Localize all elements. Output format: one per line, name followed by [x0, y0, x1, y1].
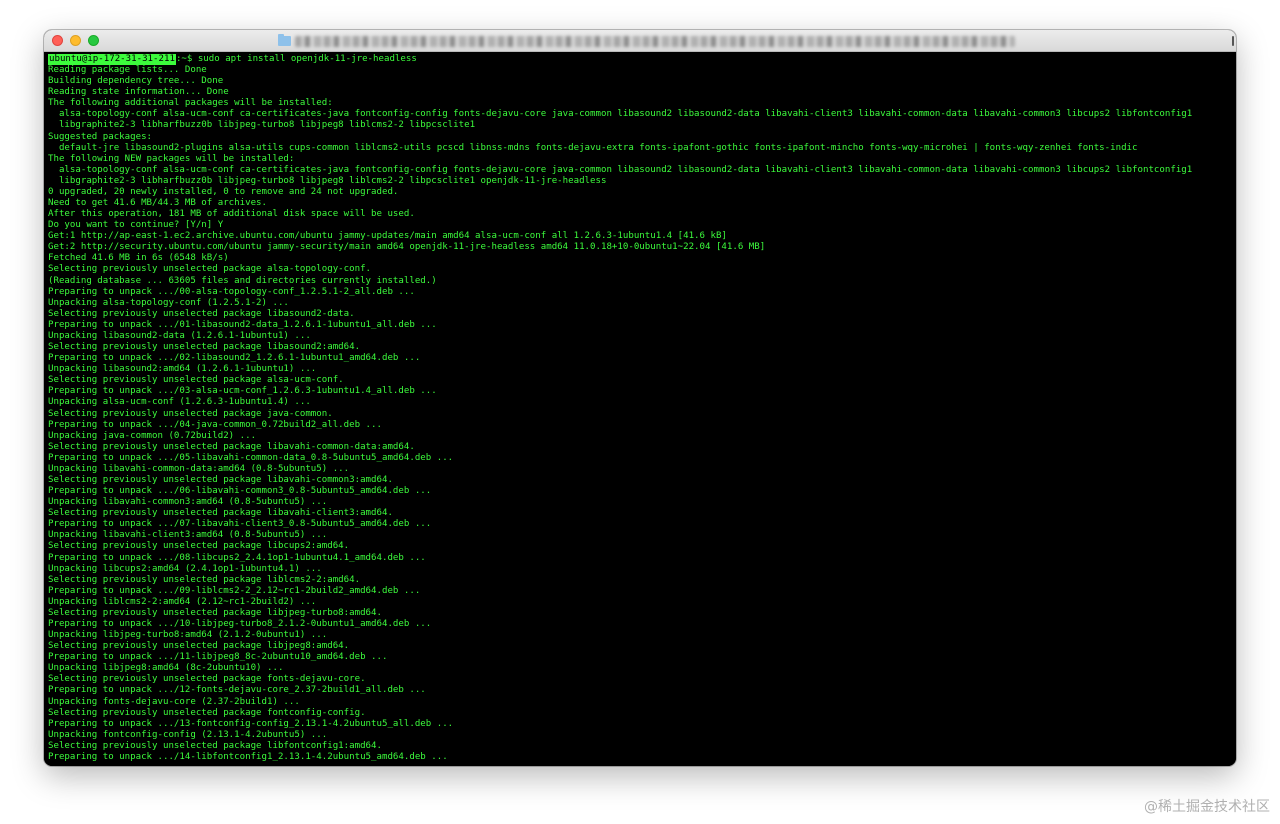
terminal-line: Preparing to unpack .../07-libavahi-clie…: [48, 519, 432, 530]
terminal-line: Preparing to unpack .../00-alsa-topology…: [48, 286, 415, 297]
terminal-line: Do you want to continue? [Y/n] Y: [48, 220, 224, 231]
terminal-line: Selecting previously unselected package …: [48, 308, 355, 319]
terminal-line: Preparing to unpack .../09-liblcms2-2_2.…: [48, 585, 421, 596]
terminal-line: Preparing to unpack .../14-libfontconfig…: [48, 751, 448, 762]
terminal-line: Unpacking libavahi-common3:amd64 (0.8-5u…: [48, 497, 328, 508]
terminal-line: alsa-topology-conf alsa-ucm-conf ca-cert…: [48, 164, 1193, 175]
terminal-line: 0 upgraded, 20 newly installed, 0 to rem…: [48, 186, 399, 197]
terminal-line: Unpacking fontconfig-config (2.13.1-4.2u…: [48, 729, 328, 740]
terminal-line: Selecting previously unselected package …: [48, 740, 382, 751]
terminal-line: Selecting previously unselected package …: [48, 607, 382, 618]
terminal-line: Get:1 http://ap-east-1.ec2.archive.ubunt…: [48, 231, 727, 242]
terminal-line: Preparing to unpack .../12-fonts-dejavu-…: [48, 685, 426, 696]
terminal-line: Selecting previously unselected package …: [48, 264, 372, 275]
terminal-line: Unpacking alsa-topology-conf (1.2.5.1-2)…: [48, 297, 289, 308]
terminal-line: Preparing to unpack .../04-java-common_0…: [48, 419, 382, 430]
maximize-button[interactable]: [88, 35, 99, 46]
terminal-line: Unpacking libjpeg8:amd64 (8c-2ubuntu10) …: [48, 663, 284, 674]
terminal-line: Unpacking libasound2:amd64 (1.2.6.1-1ubu…: [48, 364, 317, 375]
terminal-line: libgraphite2-3 libharfbuzz0b libjpeg-tur…: [48, 120, 476, 131]
terminal-line: Preparing to unpack .../01-libasound2-da…: [48, 319, 437, 330]
terminal-line: Get:2 http://security.ubuntu.com/ubuntu …: [48, 242, 766, 253]
terminal-line: Selecting previously unselected package …: [48, 508, 393, 519]
terminal-line: Unpacking libavahi-client3:amd64 (0.8-5u…: [48, 530, 328, 541]
terminal-line: Selecting previously unselected package …: [48, 375, 344, 386]
terminal-line: Selecting previously unselected package …: [48, 674, 366, 685]
terminal-line: Unpacking java-common (0.72build2) ...: [48, 430, 257, 441]
window-title-area: [278, 34, 1015, 48]
terminal-line: Preparing to unpack .../06-libavahi-comm…: [48, 486, 432, 497]
terminal-line: Selecting previously unselected package …: [48, 474, 393, 485]
terminal-line: Building dependency tree... Done: [48, 76, 224, 87]
terminal-line: Selecting previously unselected package …: [48, 707, 366, 718]
blurred-title: [295, 35, 1015, 47]
terminal-line: Unpacking alsa-ucm-conf (1.2.6.3-1ubuntu…: [48, 397, 311, 408]
terminal-line: Selecting previously unselected package …: [48, 574, 361, 585]
terminal-line: Preparing to unpack .../05-libavahi-comm…: [48, 452, 454, 463]
terminal-line: Preparing to unpack .../08-libcups2_2.4.…: [48, 552, 426, 563]
window-controls: [52, 35, 99, 46]
terminal-line: Selecting previously unselected package …: [48, 342, 361, 353]
terminal-output[interactable]: ubuntu@ip-172-31-31-211:~$ sudo apt inst…: [44, 52, 1236, 766]
window-titlebar[interactable]: [44, 30, 1236, 52]
terminal-line: Suggested packages:: [48, 131, 153, 142]
watermark: @稀土掘金技术社区: [1144, 799, 1270, 815]
prompt-user: ubuntu@ip-172-31-31-211: [48, 54, 176, 66]
terminal-line: Unpacking liblcms2-2:amd64 (2.12~rc1-2bu…: [48, 596, 317, 607]
terminal-line: Reading package lists... Done: [48, 65, 207, 76]
terminal-line: Selecting previously unselected package …: [48, 641, 350, 652]
terminal-line: default-jre libasound2-plugins alsa-util…: [48, 142, 1138, 153]
terminal-line: After this operation, 181 MB of addition…: [48, 209, 415, 220]
terminal-line: Unpacking libavahi-common-data:amd64 (0.…: [48, 463, 350, 474]
terminal-line: Unpacking libasound2-data (1.2.6.1-1ubun…: [48, 330, 311, 341]
prompt-command: :~$ sudo apt install openjdk-11-jre-head…: [175, 54, 417, 64]
terminal-window: ubuntu@ip-172-31-31-211:~$ sudo apt inst…: [44, 30, 1236, 766]
scrollbar[interactable]: [1232, 36, 1234, 46]
terminal-line: Preparing to unpack .../03-alsa-ucm-conf…: [48, 386, 437, 397]
terminal-line: alsa-topology-conf alsa-ucm-conf ca-cert…: [48, 109, 1193, 120]
terminal-line: Preparing to unpack .../11-libjpeg8_8c-2…: [48, 652, 388, 663]
terminal-line: Unpacking fonts-dejavu-core (2.37-2build…: [48, 696, 300, 707]
terminal-line: The following NEW packages will be insta…: [48, 153, 295, 164]
terminal-line: Reading state information... Done: [48, 87, 229, 98]
terminal-line: libgraphite2-3 libharfbuzz0b libjpeg-tur…: [48, 175, 607, 186]
terminal-line: Unpacking libjpeg-turbo8:amd64 (2.1.2-0u…: [48, 630, 328, 641]
terminal-line: Need to get 41.6 MB/44.3 MB of archives.: [48, 198, 267, 209]
terminal-line: Fetched 41.6 MB in 6s (6548 kB/s): [48, 253, 229, 264]
terminal-line: Selecting previously unselected package …: [48, 441, 415, 452]
terminal-line: (Reading database ... 63605 files and di…: [48, 275, 437, 286]
terminal-line: Selecting previously unselected package …: [48, 408, 333, 419]
prompt-line: ubuntu@ip-172-31-31-211:~$ sudo apt inst…: [48, 54, 1236, 66]
terminal-line: Preparing to unpack .../02-libasound2_1.…: [48, 353, 421, 364]
minimize-button[interactable]: [70, 35, 81, 46]
terminal-line: Preparing to unpack .../10-libjpeg-turbo…: [48, 618, 432, 629]
folder-icon: [278, 34, 291, 46]
terminal-line: Selecting previously unselected package …: [48, 541, 350, 552]
close-button[interactable]: [52, 35, 63, 46]
terminal-line: The following additional packages will b…: [48, 98, 333, 109]
terminal-line: Unpacking libcups2:amd64 (2.4.1op1-1ubun…: [48, 563, 322, 574]
terminal-line: Preparing to unpack .../13-fontconfig-co…: [48, 718, 454, 729]
